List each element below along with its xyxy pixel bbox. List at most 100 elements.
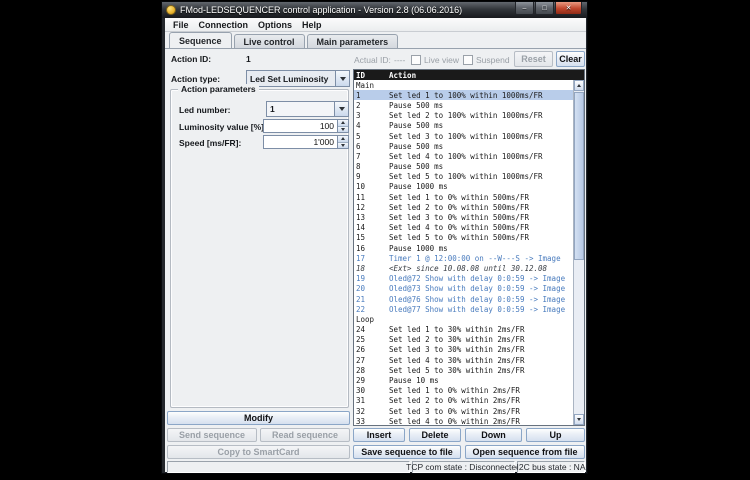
- triangle-up-icon: [341, 121, 345, 124]
- send-sequence-button[interactable]: Send sequence: [167, 428, 257, 442]
- tcp-status: TCP com state : Disconnected: [412, 461, 515, 473]
- list-item[interactable]: 25Set led 2 to 30% within 2ms/FR: [354, 335, 573, 345]
- list-item[interactable]: 15Set led 5 to 0% within 500ms/FR: [354, 233, 573, 243]
- list-item[interactable]: 30Set led 1 to 0% within 2ms/FR: [354, 386, 573, 396]
- menu-item-file[interactable]: File: [168, 20, 194, 30]
- triangle-up-icon: [341, 137, 345, 140]
- actual-id-value: ----: [394, 55, 405, 65]
- list-item[interactable]: Loop: [354, 314, 573, 324]
- maximize-button[interactable]: □: [535, 2, 554, 15]
- list-item[interactable]: 17Timer 1 @ 12:00:00 on --W---S -> Image: [354, 253, 573, 263]
- menu-item-options[interactable]: Options: [253, 20, 297, 30]
- list-item[interactable]: 26Set led 3 to 30% within 2ms/FR: [354, 345, 573, 355]
- list-item[interactable]: 8Pause 500 ms: [354, 162, 573, 172]
- up-button[interactable]: Up: [526, 428, 585, 442]
- insert-button[interactable]: Insert: [353, 428, 405, 442]
- list-item[interactable]: 27Set led 4 to 30% within 2ms/FR: [354, 355, 573, 365]
- i2c-status: I2C bus state : NA: [517, 461, 585, 473]
- list-header-action: Action: [389, 71, 584, 80]
- list-item[interactable]: 33Set led 4 to 0% within 2ms/FR: [354, 416, 573, 425]
- led-number-label: Led number:: [179, 105, 230, 115]
- list-item[interactable]: 32Set led 3 to 0% within 2ms/FR: [354, 406, 573, 416]
- list-item[interactable]: 3Set led 2 to 100% within 1000ms/FR: [354, 111, 573, 121]
- led-number-dropdown-button[interactable]: [334, 102, 348, 116]
- list-header: ID Action: [354, 70, 584, 80]
- action-type-value: Led Set Luminosity: [247, 71, 335, 86]
- menu-item-connection[interactable]: Connection: [194, 20, 254, 30]
- suspend-label: Suspend: [476, 55, 510, 65]
- list-item[interactable]: 5Set led 3 to 100% within 1000ms/FR: [354, 131, 573, 141]
- action-type-label: Action type:: [171, 74, 220, 84]
- sequence-list: ID Action Main1Set led 1 to 100% within …: [353, 69, 585, 426]
- triangle-down-icon: [341, 144, 345, 147]
- scroll-up-button[interactable]: [574, 80, 584, 91]
- list-item[interactable]: 16Pause 1000 ms: [354, 243, 573, 253]
- read-sequence-button[interactable]: Read sequence: [260, 428, 350, 442]
- led-number-combo[interactable]: 1: [266, 101, 349, 117]
- actual-id-label: Actual ID:: [354, 55, 391, 65]
- luminosity-value[interactable]: 100: [264, 120, 337, 132]
- spinner-down-button[interactable]: [338, 142, 348, 149]
- list-item[interactable]: 7Set led 4 to 100% within 1000ms/FR: [354, 151, 573, 161]
- luminosity-spinner-buttons: [337, 120, 348, 132]
- vertical-scrollbar[interactable]: [573, 80, 584, 425]
- spinner-down-button[interactable]: [338, 126, 348, 133]
- scroll-down-button[interactable]: [574, 414, 584, 425]
- modify-button[interactable]: Modify: [167, 411, 350, 425]
- list-item[interactable]: 29Pause 10 ms: [354, 375, 573, 385]
- list-item[interactable]: 22Oled@77 Show with delay 0:0:59 -> Imag…: [354, 304, 573, 314]
- list-item[interactable]: 21Oled@76 Show with delay 0:0:59 -> Imag…: [354, 294, 573, 304]
- list-item[interactable]: 19Oled@72 Show with delay 0:0:59 -> Imag…: [354, 274, 573, 284]
- list-item[interactable]: 10Pause 1000 ms: [354, 182, 573, 192]
- open-sequence-button[interactable]: Open sequence from file: [465, 445, 585, 459]
- speed-value[interactable]: 1'000: [264, 136, 337, 148]
- list-item[interactable]: 24Set led 1 to 30% within 2ms/FR: [354, 325, 573, 335]
- clear-button[interactable]: Clear: [556, 51, 585, 67]
- list-header-id: ID: [354, 71, 389, 80]
- list-item[interactable]: 11Set led 1 to 0% within 500ms/FR: [354, 192, 573, 202]
- tab-sequence[interactable]: Sequence: [169, 32, 232, 48]
- live-view-label: Live view: [424, 55, 459, 65]
- tab-live-control[interactable]: Live control: [234, 34, 305, 48]
- close-button[interactable]: ✕: [555, 2, 582, 15]
- action-type-combo[interactable]: Led Set Luminosity: [246, 70, 350, 87]
- speed-label: Speed [ms/FR]:: [179, 138, 241, 148]
- triangle-up-icon: [577, 84, 581, 87]
- list-item[interactable]: 6Pause 500 ms: [354, 141, 573, 151]
- triangle-down-icon: [577, 418, 581, 421]
- action-parameters-title: Action parameters: [178, 84, 259, 94]
- list-item[interactable]: 13Set led 3 to 0% within 500ms/FR: [354, 212, 573, 222]
- tab-main-parameters[interactable]: Main parameters: [307, 34, 399, 48]
- save-sequence-button[interactable]: Save sequence to file: [353, 445, 461, 459]
- list-item[interactable]: 1Set led 1 to 100% within 1000ms/FR: [354, 90, 573, 100]
- list-item[interactable]: 28Set led 5 to 30% within 2ms/FR: [354, 365, 573, 375]
- action-id-label: Action ID:: [171, 54, 211, 64]
- list-item[interactable]: Main: [354, 80, 573, 90]
- live-view-checkbox[interactable]: [411, 55, 421, 65]
- speed-spinner-buttons: [337, 136, 348, 148]
- speed-spinner[interactable]: 1'000: [263, 135, 349, 149]
- list-item[interactable]: 18<Ext> since 10.08.08 until 30.12.08: [354, 263, 573, 273]
- client-area: File Connection Options Help Sequence Li…: [165, 18, 586, 472]
- action-type-dropdown-button[interactable]: [335, 71, 349, 86]
- list-item[interactable]: 31Set led 2 to 0% within 2ms/FR: [354, 396, 573, 406]
- menu-item-help[interactable]: Help: [297, 20, 327, 30]
- luminosity-spinner[interactable]: 100: [263, 119, 349, 133]
- list-item[interactable]: 2Pause 500 ms: [354, 100, 573, 110]
- minimize-button[interactable]: –: [515, 2, 534, 15]
- list-item[interactable]: 12Set led 2 to 0% within 500ms/FR: [354, 202, 573, 212]
- delete-button[interactable]: Delete: [409, 428, 461, 442]
- copy-smartcard-button[interactable]: Copy to SmartCard: [167, 445, 350, 459]
- tabbar: Sequence Live control Main parameters: [165, 32, 586, 49]
- scroll-thumb[interactable]: [574, 92, 584, 260]
- reset-button[interactable]: Reset: [514, 51, 553, 67]
- suspend-checkbox[interactable]: [463, 55, 473, 65]
- app-window: FMod-LEDSEQUENCER control application - …: [161, 1, 588, 474]
- sequence-list-rows: Main1Set led 1 to 100% within 1000ms/FR2…: [354, 80, 573, 425]
- list-item[interactable]: 14Set led 4 to 0% within 500ms/FR: [354, 223, 573, 233]
- list-item[interactable]: 4Pause 500 ms: [354, 121, 573, 131]
- list-item[interactable]: 20Oled@73 Show with delay 0:0:59 -> Imag…: [354, 284, 573, 294]
- list-item[interactable]: 9Set led 5 to 100% within 1000ms/FR: [354, 172, 573, 182]
- action-id-value: 1: [246, 54, 251, 64]
- down-button[interactable]: Down: [465, 428, 522, 442]
